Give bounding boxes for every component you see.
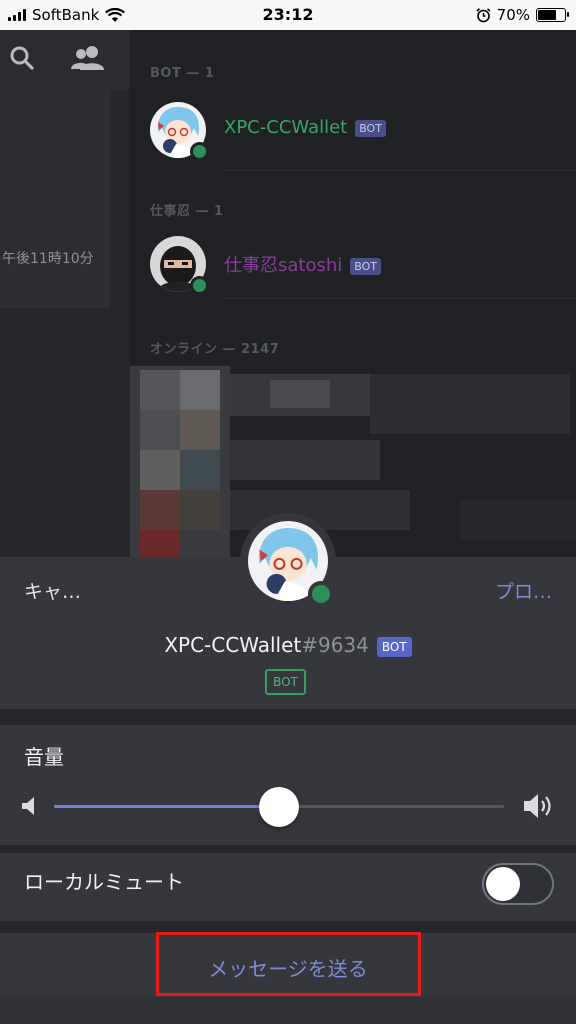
avatar [150, 102, 209, 161]
username-line: XPC-CCWallet#9634 BOT [0, 633, 576, 657]
avatar [150, 236, 209, 295]
left-toolbar [0, 30, 130, 90]
volume-slider[interactable] [54, 787, 504, 827]
online-status-indicator [308, 581, 334, 607]
username: XPC-CCWallet [164, 633, 302, 657]
volume-slider-thumb[interactable] [259, 787, 299, 827]
message-timestamp: 午後11時10分 [2, 251, 94, 267]
status-bar-right: 70% [476, 6, 569, 24]
volume-section: 音量 [0, 725, 576, 845]
user-popout-sheet: キャ… プロ… XPC-CCWallet#9634 BOT BOT 音量 ローカ… [0, 513, 576, 1024]
member-name-text: 仕事忍satoshi [224, 255, 343, 276]
battery-icon [536, 8, 569, 22]
volume-low-icon [22, 797, 34, 815]
profile-avatar[interactable] [240, 513, 336, 609]
alarm-icon [476, 7, 491, 22]
bot-tag: BOT [355, 119, 386, 137]
member-row-xpc-ccwallet[interactable]: XPC-CCWallet BOT [150, 102, 550, 166]
member-list: BOT — 1 XPC-CCWallet BOT 仕事忍 — 1 仕事忍sato… [130, 30, 576, 560]
battery-percent: 70% [496, 6, 530, 24]
toggle-knob [486, 867, 520, 901]
separator [0, 709, 576, 725]
section-title-shigotonin: 仕事忍 — 1 [150, 204, 224, 219]
sheet-header: キャ… プロ… XPC-CCWallet#9634 BOT BOT [0, 513, 576, 709]
local-mute-toggle[interactable] [482, 863, 554, 905]
volume-slider-fill [54, 805, 279, 808]
search-icon[interactable] [9, 45, 35, 71]
discriminator: #9634 [301, 633, 369, 657]
chat-preview-panel: 午後11時10分 [0, 90, 110, 308]
member-name: XPC-CCWallet BOT [224, 117, 386, 138]
divider [220, 170, 576, 171]
section-title-online: オンライン — 2147 [150, 342, 280, 357]
cancel-button[interactable]: キャ… [24, 577, 81, 604]
bot-tag: BOT [350, 257, 381, 275]
online-status-indicator [190, 276, 209, 295]
section-title-bot: BOT — 1 [150, 66, 215, 81]
status-bar: SoftBank 23:12 70% [0, 0, 576, 30]
highlight-box [156, 932, 421, 996]
profile-button[interactable]: プロ… [495, 577, 552, 604]
online-status-indicator [190, 142, 209, 161]
channel-column: 午後11時10分 [0, 30, 130, 560]
members-icon[interactable] [70, 44, 106, 72]
member-row-shigotonin-satoshi[interactable]: 仕事忍satoshi BOT [150, 236, 550, 300]
member-name-text: XPC-CCWallet [224, 117, 348, 138]
volume-high-icon [524, 794, 551, 818]
member-name: 仕事忍satoshi BOT [224, 251, 381, 277]
local-mute-label: ローカルミュート [24, 870, 184, 894]
volume-label: 音量 [24, 745, 64, 769]
local-mute-section: ローカルミュート [0, 853, 576, 921]
bot-tag: BOT [376, 636, 412, 657]
role-badge-bot: BOT [265, 669, 306, 695]
separator [0, 845, 576, 853]
divider [220, 298, 576, 299]
